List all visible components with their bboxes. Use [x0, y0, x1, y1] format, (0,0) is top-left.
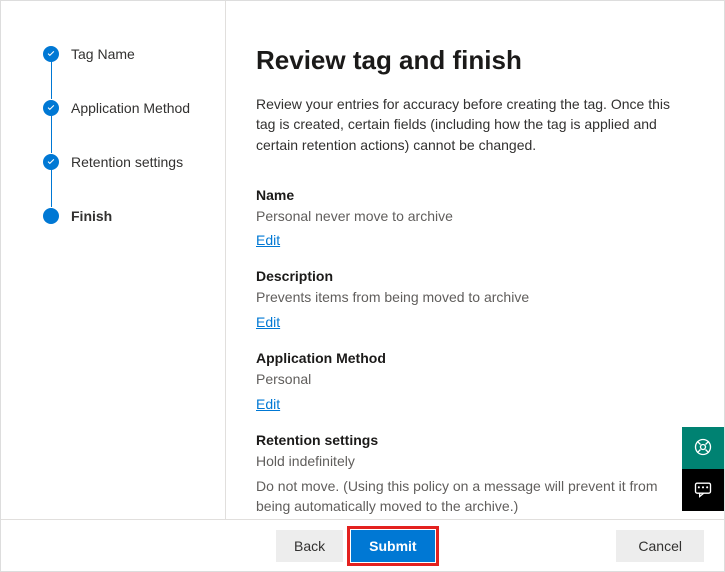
check-icon	[43, 46, 59, 62]
wizard-sidebar: Tag Name Application Method Retention se…	[1, 1, 226, 519]
step-label: Finish	[71, 208, 112, 224]
edit-name-link[interactable]: Edit	[256, 232, 280, 248]
section-name: Name Personal never move to archive Edit	[256, 187, 686, 249]
section-label: Retention settings	[256, 432, 686, 448]
step-label: Application Method	[71, 100, 190, 116]
check-icon	[43, 154, 59, 170]
wizard-steps: Tag Name Application Method Retention se…	[43, 45, 205, 225]
section-label: Description	[256, 268, 686, 284]
section-value: Personal	[256, 370, 686, 390]
check-icon	[43, 100, 59, 116]
help-icon	[693, 437, 713, 460]
section-description: Description Prevents items from being mo…	[256, 268, 686, 330]
wizard-footer: Back Submit Cancel	[1, 519, 724, 571]
step-retention-settings[interactable]: Retention settings	[43, 153, 205, 171]
feedback-button[interactable]	[682, 469, 724, 511]
section-value: Prevents items from being moved to archi…	[256, 288, 686, 308]
section-label: Application Method	[256, 350, 686, 366]
step-tag-name[interactable]: Tag Name	[43, 45, 205, 63]
step-label: Retention settings	[71, 154, 183, 170]
cancel-button[interactable]: Cancel	[616, 530, 704, 562]
step-finish[interactable]: Finish	[43, 207, 205, 225]
section-retention-settings: Retention settings Hold indefinitely Do …	[256, 432, 686, 519]
page-intro: Review your entries for accuracy before …	[256, 94, 686, 155]
current-step-icon	[43, 208, 59, 224]
step-label: Tag Name	[71, 46, 135, 62]
floating-actions	[682, 427, 724, 511]
section-value: Personal never move to archive	[256, 207, 686, 227]
page-title: Review tag and finish	[256, 45, 694, 76]
main-content: Review tag and finish Review your entrie…	[226, 1, 724, 519]
edit-description-link[interactable]: Edit	[256, 314, 280, 330]
section-value: Do not move. (Using this policy on a mes…	[256, 477, 686, 516]
step-application-method[interactable]: Application Method	[43, 99, 205, 117]
submit-button[interactable]: Submit	[351, 530, 434, 562]
section-value: Hold indefinitely	[256, 452, 686, 472]
back-button[interactable]: Back	[276, 530, 343, 562]
section-label: Name	[256, 187, 686, 203]
section-application-method: Application Method Personal Edit	[256, 350, 686, 412]
feedback-icon	[693, 479, 713, 502]
help-button[interactable]	[682, 427, 724, 469]
edit-application-method-link[interactable]: Edit	[256, 396, 280, 412]
